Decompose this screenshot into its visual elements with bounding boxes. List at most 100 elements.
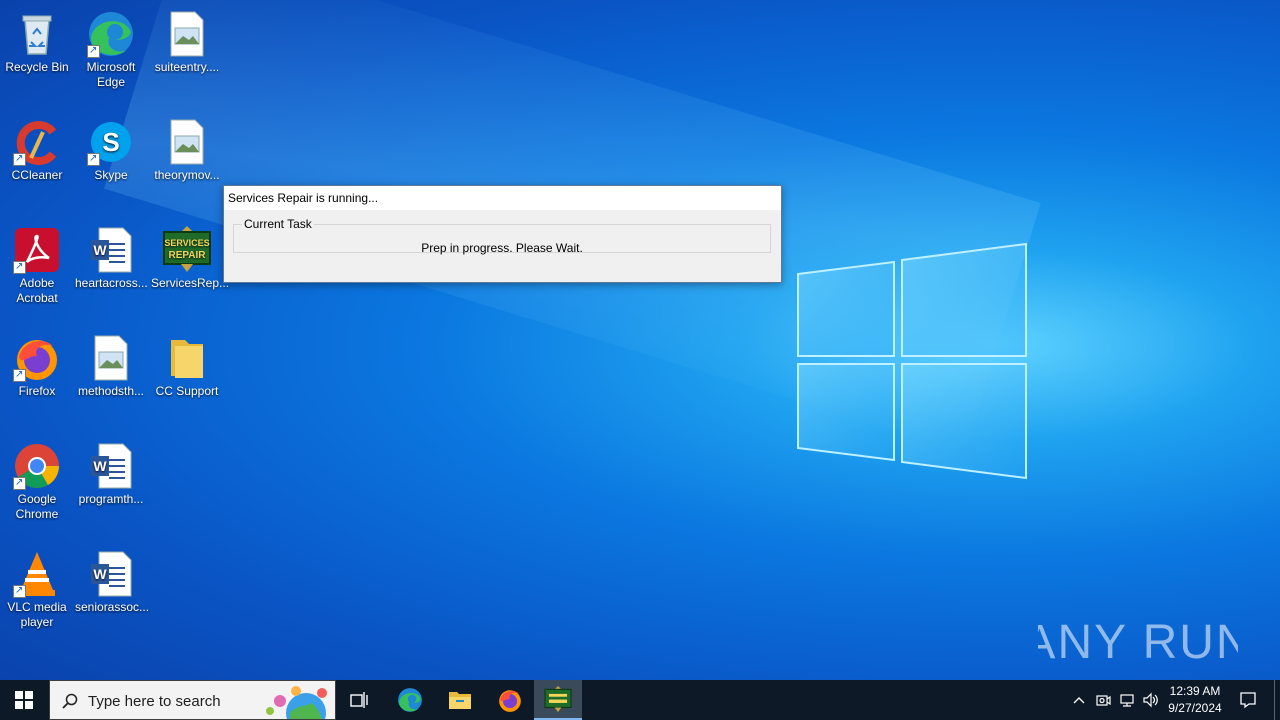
taskbar-search-box[interactable]: Type here to search xyxy=(49,680,336,720)
desktop-icon-adobe-acrobat[interactable]: Adobe Acrobat xyxy=(0,220,74,306)
shortcut-arrow-icon xyxy=(13,475,26,490)
skype-icon: S xyxy=(87,118,135,166)
search-highlight-illustration-icon xyxy=(266,686,327,719)
watermark-text: ANY RUN xyxy=(1038,616,1238,669)
desktop-icon-recycle-bin[interactable]: Recycle Bin xyxy=(0,4,74,75)
shortcut-arrow-icon xyxy=(87,151,100,166)
meet-now-icon xyxy=(1096,695,1111,706)
desktop-icon-suiteentry[interactable]: suiteentry.... xyxy=(150,4,224,75)
notification-icon xyxy=(1240,692,1256,709)
clock-date: 9/27/2024 xyxy=(1168,701,1222,715)
svg-text:S: S xyxy=(102,127,119,157)
ccleaner-icon xyxy=(13,118,61,166)
search-placeholder: Type here to search xyxy=(88,693,221,710)
image-file-icon xyxy=(87,334,135,382)
desktop-icon-servicesrepair[interactable]: SERVICES REPAIR ServicesRep... xyxy=(150,220,230,291)
current-task-group: Current Task Prep in progress. Please Wa… xyxy=(233,217,771,255)
icon-label: seniorassoc... xyxy=(75,600,150,614)
icon-label: VLC media player xyxy=(7,600,67,629)
dialog-title[interactable]: Services Repair is running... xyxy=(224,186,781,210)
desktop-icon-vlc[interactable]: VLC media player xyxy=(0,544,74,630)
start-button[interactable] xyxy=(0,680,48,720)
vlc-icon xyxy=(13,550,61,598)
desktop: Recycle Bin CCleaner Adobe Acrobat Firef… xyxy=(0,0,1280,680)
icon-label: Skype xyxy=(94,168,128,182)
word-doc-icon: W xyxy=(87,442,135,490)
icon-label: Microsoft Edge xyxy=(86,60,136,89)
acrobat-icon xyxy=(13,226,61,274)
taskbar: Type here to search 12:39 AM 9/27/2024 xyxy=(0,680,1280,720)
tray-show-hidden-icons[interactable] xyxy=(1068,680,1090,720)
desktop-icon-programth[interactable]: W programth... xyxy=(74,436,148,507)
taskbar-file-explorer[interactable] xyxy=(436,680,484,720)
task-status-text: Prep in progress. Please Wait. xyxy=(421,241,583,255)
task-view-icon xyxy=(350,692,368,708)
windows-start-icon xyxy=(15,691,33,709)
folder-icon xyxy=(163,334,211,382)
chrome-icon xyxy=(13,442,61,490)
desktop-icon-cc-support[interactable]: CC Support xyxy=(150,328,224,399)
tray-network[interactable] xyxy=(1116,680,1138,720)
desktop-icon-methodsth[interactable]: methodsth... xyxy=(74,328,148,399)
services-repair-dialog[interactable]: Services Repair is running... Current Ta… xyxy=(223,185,782,283)
shortcut-arrow-icon xyxy=(13,151,26,166)
services-repair-icon xyxy=(544,686,572,712)
svg-text:W: W xyxy=(93,242,107,258)
desktop-icon-skype[interactable]: S Skype xyxy=(74,112,148,183)
file-explorer-icon xyxy=(449,692,471,709)
tray-volume[interactable] xyxy=(1140,680,1162,720)
desktop-icon-heartacross[interactable]: W heartacross... xyxy=(74,220,148,291)
taskbar-task-view[interactable] xyxy=(336,680,384,720)
recycle-bin-icon xyxy=(13,10,61,58)
firefox-icon xyxy=(499,690,521,712)
icon-label: Google Chrome xyxy=(15,492,59,521)
icon-label: Recycle Bin xyxy=(5,60,69,74)
image-file-icon xyxy=(163,118,211,166)
taskbar-clock[interactable]: 12:39 AM 9/27/2024 xyxy=(1164,683,1226,717)
taskbar-services-repair[interactable] xyxy=(534,680,582,720)
icon-label: Firefox xyxy=(18,384,56,398)
edge-icon xyxy=(398,688,422,712)
desktop-icon-theorymov[interactable]: theorymov... xyxy=(150,112,224,183)
icon-label: programth... xyxy=(78,492,144,506)
icon-label: ServicesRep... xyxy=(151,276,230,290)
desktop-icon-microsoft-edge[interactable]: Microsoft Edge xyxy=(74,4,148,90)
badge-services-text: SERVICES xyxy=(164,238,209,248)
search-icon xyxy=(62,693,78,709)
word-doc-icon: W xyxy=(87,226,135,274)
action-center-button[interactable] xyxy=(1234,680,1262,720)
shortcut-arrow-icon xyxy=(13,583,26,598)
taskbar-edge[interactable] xyxy=(386,680,434,720)
icon-label: CCleaner xyxy=(11,168,63,182)
volume-icon xyxy=(1143,692,1158,708)
icon-label: heartacross... xyxy=(75,276,148,290)
shortcut-arrow-icon xyxy=(87,43,100,58)
icon-label: CC Support xyxy=(155,384,219,398)
icon-label: suiteentry.... xyxy=(154,60,220,74)
chevron-up-icon xyxy=(1073,697,1085,704)
edge-icon xyxy=(87,10,135,58)
services-repair-icon: SERVICES REPAIR xyxy=(163,226,211,274)
desktop-icon-google-chrome[interactable]: Google Chrome xyxy=(0,436,74,522)
tray-meet-now[interactable] xyxy=(1092,680,1114,720)
clock-time: 12:39 AM xyxy=(1169,684,1221,698)
current-task-label: Current Task xyxy=(244,217,312,231)
image-file-icon xyxy=(163,10,211,58)
firefox-icon xyxy=(13,334,61,382)
desktop-icon-firefox[interactable]: Firefox xyxy=(0,328,74,399)
badge-repair-text: REPAIR xyxy=(168,250,206,261)
desktop-icon-seniorassoc[interactable]: W seniorassoc... xyxy=(74,544,150,615)
icon-label: Adobe Acrobat xyxy=(16,276,58,305)
desktop-icon-ccleaner[interactable]: CCleaner xyxy=(0,112,74,183)
taskbar-firefox[interactable] xyxy=(486,680,534,720)
windows-logo-wallpaper xyxy=(797,242,1027,480)
network-icon xyxy=(1120,694,1134,707)
shortcut-arrow-icon xyxy=(13,367,26,382)
svg-text:W: W xyxy=(93,566,107,582)
anyrun-watermark: ANY RUN xyxy=(1038,616,1238,669)
word-doc-icon: W xyxy=(87,550,135,598)
show-desktop-button[interactable] xyxy=(1274,680,1280,720)
icon-label: methodsth... xyxy=(77,384,145,398)
svg-text:W: W xyxy=(93,458,107,474)
icon-label: theorymov... xyxy=(154,168,220,182)
